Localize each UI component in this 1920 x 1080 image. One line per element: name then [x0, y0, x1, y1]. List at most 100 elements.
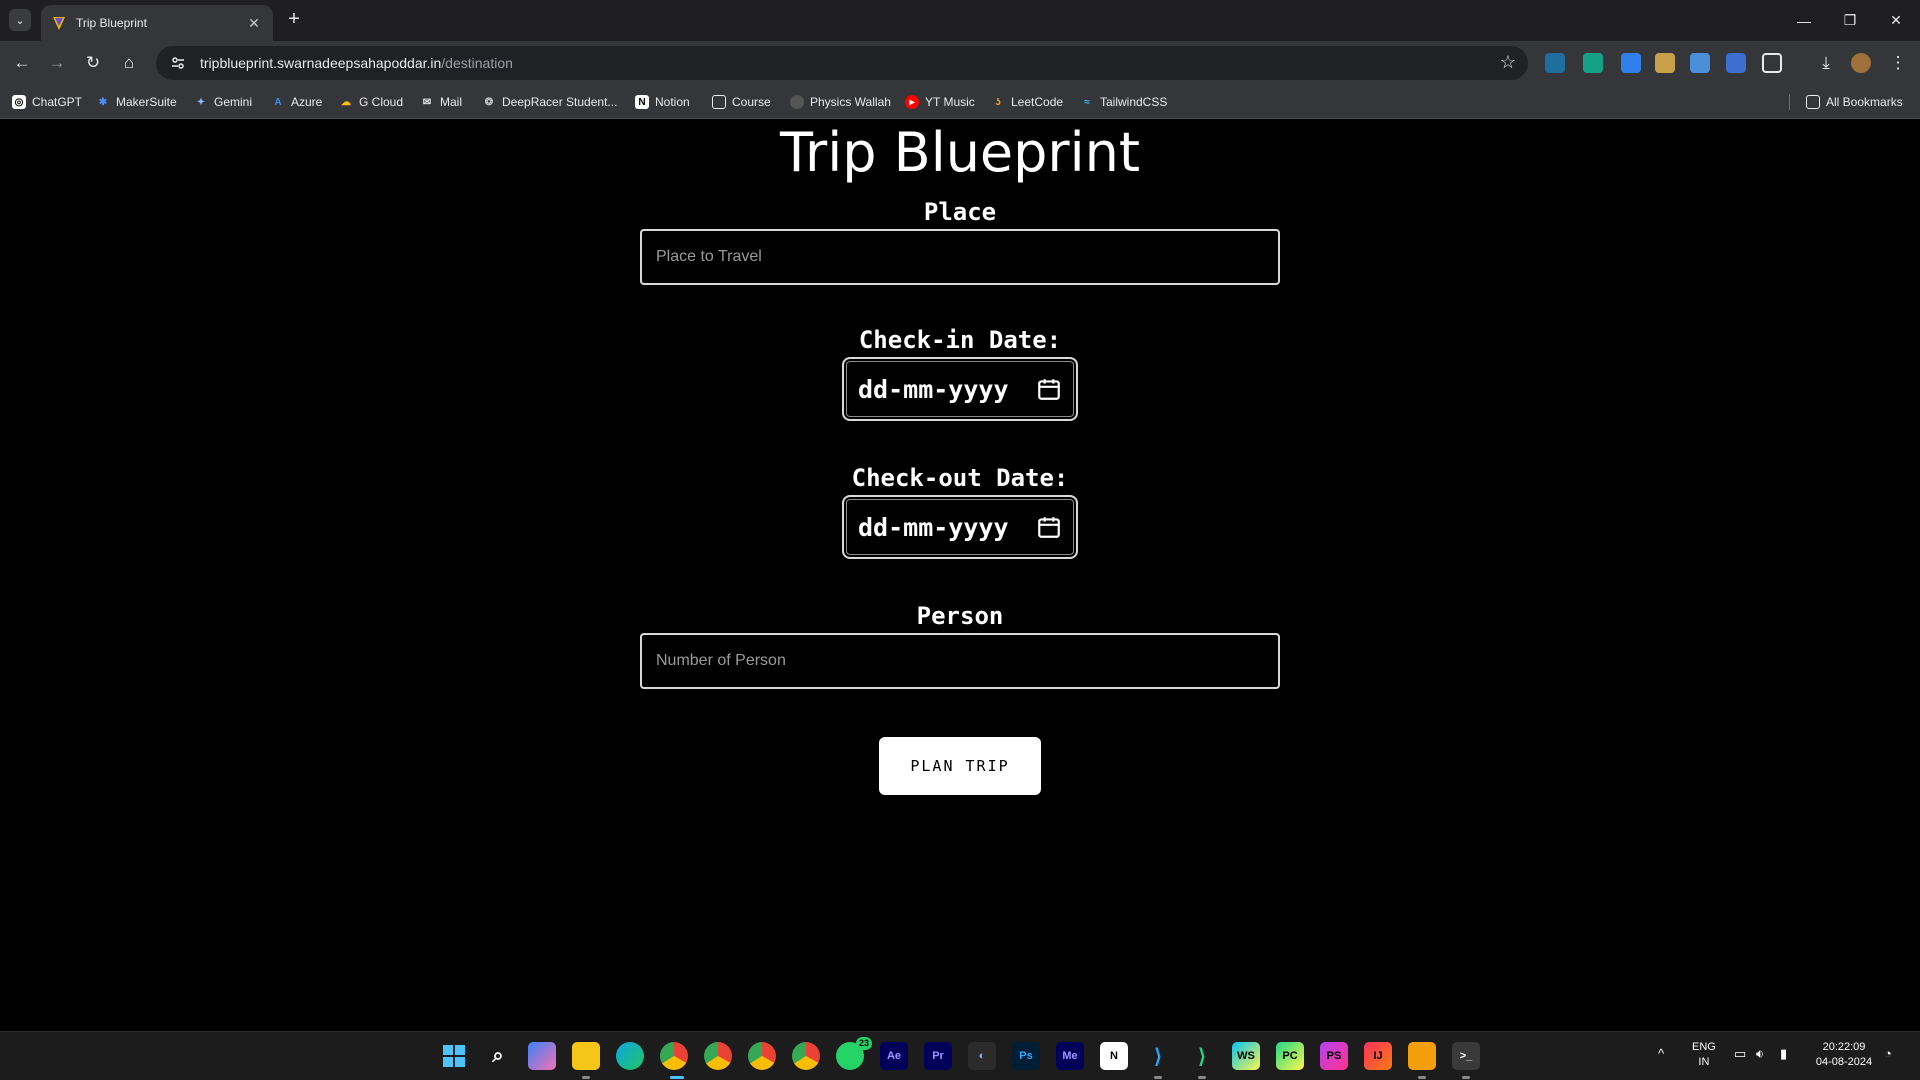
- notion-app-icon[interactable]: N: [1100, 1042, 1128, 1070]
- tab-close-icon[interactable]: ✕: [245, 15, 263, 32]
- whatsapp-unread-badge: 23: [855, 1037, 872, 1050]
- makersuite-icon: ✱: [98, 96, 108, 108]
- gemini-icon: ✦: [196, 96, 206, 108]
- google-translate-icon[interactable]: [1726, 53, 1746, 73]
- extension-translate-icon[interactable]: [1621, 53, 1641, 73]
- physicswallah-icon: [790, 95, 804, 109]
- home-icon[interactable]: ⌂: [115, 49, 143, 77]
- tailwind-icon: ≈: [1084, 96, 1090, 108]
- tab-search-chevron-icon[interactable]: ⌄: [9, 9, 31, 31]
- copilot-icon[interactable]: [528, 1042, 556, 1070]
- bookmark-chatgpt[interactable]: ◎ ChatGPT: [12, 93, 82, 111]
- media-encoder-icon[interactable]: Me: [1056, 1042, 1084, 1070]
- checkin-date-input[interactable]: dd-mm-yyyy: [842, 357, 1078, 421]
- running-indicator: [1462, 1076, 1470, 1079]
- after-effects-icon[interactable]: Ae: [880, 1042, 908, 1070]
- chrome-profile-3-icon[interactable]: [748, 1042, 776, 1070]
- forward-arrow-icon[interactable]: →: [43, 49, 71, 77]
- vscode-icon[interactable]: ⟩: [1144, 1042, 1172, 1070]
- photoshop-icon[interactable]: Ps: [1012, 1042, 1040, 1070]
- plan-trip-button[interactable]: PLAN TRIP: [879, 737, 1041, 795]
- bookmark-tailwindcss[interactable]: ≈ TailwindCSS: [1080, 93, 1167, 111]
- bookmark-makersuite[interactable]: ✱ MakerSuite: [96, 93, 177, 111]
- downloads-icon[interactable]: ⤓: [1812, 49, 1840, 77]
- address-bar[interactable]: tripblueprint.swarnadeepsahapoddar.in/de…: [156, 46, 1528, 80]
- edge-icon[interactable]: [616, 1042, 644, 1070]
- running-indicator: [582, 1076, 590, 1079]
- windows-taskbar: ⌕ 23 Ae Pr ◐ Ps Me N ⟩ ⟩ WS PC PS IJ >_ …: [0, 1031, 1920, 1080]
- language-indicator[interactable]: ENG IN: [1692, 1040, 1716, 1070]
- notification-bell-icon[interactable]: ◔: [1884, 1046, 1892, 1061]
- chrome-profile-2-icon[interactable]: [704, 1042, 732, 1070]
- deepracer-icon: ❂: [484, 96, 494, 108]
- reload-icon[interactable]: ↻: [79, 49, 107, 77]
- search-icon[interactable]: ⌕: [484, 1042, 512, 1070]
- bookmark-physicswallah[interactable]: Physics Wallah: [790, 93, 891, 111]
- bookmark-leetcode[interactable]: ʖ LeetCode: [991, 93, 1063, 111]
- intellij-icon[interactable]: IJ: [1364, 1042, 1392, 1070]
- bookmark-course[interactable]: Course: [712, 93, 771, 111]
- extension-owl-icon[interactable]: [1655, 53, 1675, 73]
- running-indicator: [1198, 1076, 1206, 1079]
- chrome-icon[interactable]: [660, 1042, 688, 1070]
- webstorm-icon[interactable]: WS: [1232, 1042, 1260, 1070]
- checkout-date-input[interactable]: dd-mm-yyyy: [842, 495, 1078, 559]
- terminal-icon[interactable]: >_: [1452, 1042, 1480, 1070]
- checkin-date-value: dd-mm-yyyy: [858, 374, 1009, 404]
- checkin-label: Check-in Date:: [858, 326, 1062, 354]
- file-explorer-icon[interactable]: [572, 1042, 600, 1070]
- sandbox-app-icon[interactable]: [1408, 1042, 1436, 1070]
- calendar-icon[interactable]: [1036, 376, 1062, 402]
- site-info-icon[interactable]: [170, 55, 186, 71]
- chrome-profile-4-icon[interactable]: [792, 1042, 820, 1070]
- bookmark-ytmusic[interactable]: ▸ YT Music: [905, 93, 975, 111]
- disk-utility-icon[interactable]: ◐: [968, 1042, 996, 1070]
- battery-icon[interactable]: ▮: [1780, 1046, 1787, 1061]
- vscode-insiders-icon[interactable]: ⟩: [1188, 1042, 1216, 1070]
- running-indicator: [1154, 1076, 1162, 1079]
- checkout-date-value: dd-mm-yyyy: [858, 512, 1009, 542]
- start-windows-icon[interactable]: [440, 1042, 468, 1070]
- extension-screen-icon[interactable]: [1690, 53, 1710, 73]
- profile-avatar[interactable]: [1851, 53, 1871, 73]
- place-input[interactable]: [642, 231, 1278, 283]
- minimize-button[interactable]: —: [1781, 0, 1827, 41]
- extension-copilot-icon[interactable]: [1583, 53, 1603, 73]
- mail-icon: ✉: [422, 96, 432, 108]
- volume-icon[interactable]: 🔉︎: [1756, 1046, 1764, 1061]
- bookmark-deepracer[interactable]: ❂ DeepRacer Student...: [482, 93, 618, 111]
- extensions-puzzle-icon[interactable]: [1762, 53, 1782, 73]
- pycharm-icon[interactable]: PC: [1276, 1042, 1304, 1070]
- person-input[interactable]: [642, 635, 1278, 687]
- url-path: /destination: [441, 55, 513, 71]
- bookmark-star-icon[interactable]: ☆: [1500, 52, 1516, 73]
- browser-tab-strip: ⌄ Trip Blueprint ✕ + — ❐ ✕: [0, 0, 1920, 41]
- clock[interactable]: 20:22:09 04-08-2024: [1814, 1040, 1874, 1070]
- back-arrow-icon[interactable]: ←: [8, 49, 36, 77]
- new-tab-button[interactable]: +: [282, 8, 306, 32]
- all-bookmarks-button[interactable]: All Bookmarks: [1806, 93, 1903, 111]
- whatsapp-icon[interactable]: 23: [836, 1037, 872, 1070]
- restore-button[interactable]: ❐: [1827, 0, 1873, 41]
- close-window-button[interactable]: ✕: [1873, 0, 1919, 41]
- calendar-icon[interactable]: [1036, 514, 1062, 540]
- bookmark-gcloud[interactable]: ☁ G Cloud: [339, 93, 403, 111]
- react-devtools-icon[interactable]: [1545, 53, 1565, 73]
- place-input-wrapper: [640, 229, 1280, 285]
- network-icon[interactable]: ▭: [1734, 1046, 1746, 1061]
- bookmark-azure[interactable]: A Azure: [271, 93, 322, 111]
- notion-icon: N: [635, 95, 649, 109]
- active-app-indicator: [670, 1076, 684, 1079]
- page-content: Trip Blueprint Place Check-in Date: dd-m…: [0, 120, 1920, 1031]
- gcloud-icon: ☁: [341, 96, 351, 108]
- premiere-pro-icon[interactable]: Pr: [924, 1042, 952, 1070]
- show-hidden-icons-chevron-icon[interactable]: ^: [1658, 1046, 1664, 1061]
- bookmark-mail[interactable]: ✉ Mail: [420, 93, 462, 111]
- leetcode-icon: ʖ: [995, 96, 1001, 108]
- bookmark-notion[interactable]: N Notion: [635, 93, 690, 111]
- browser-menu-icon[interactable]: ⋮: [1884, 49, 1912, 77]
- bookmark-gemini[interactable]: ✦ Gemini: [194, 93, 252, 111]
- bookmarks-bar: ◎ ChatGPT ✱ MakerSuite ✦ Gemini A Azure ☁ G C…: [0, 85, 1920, 119]
- active-tab[interactable]: Trip Blueprint ✕: [41, 5, 273, 41]
- phpstorm-icon[interactable]: PS: [1320, 1042, 1348, 1070]
